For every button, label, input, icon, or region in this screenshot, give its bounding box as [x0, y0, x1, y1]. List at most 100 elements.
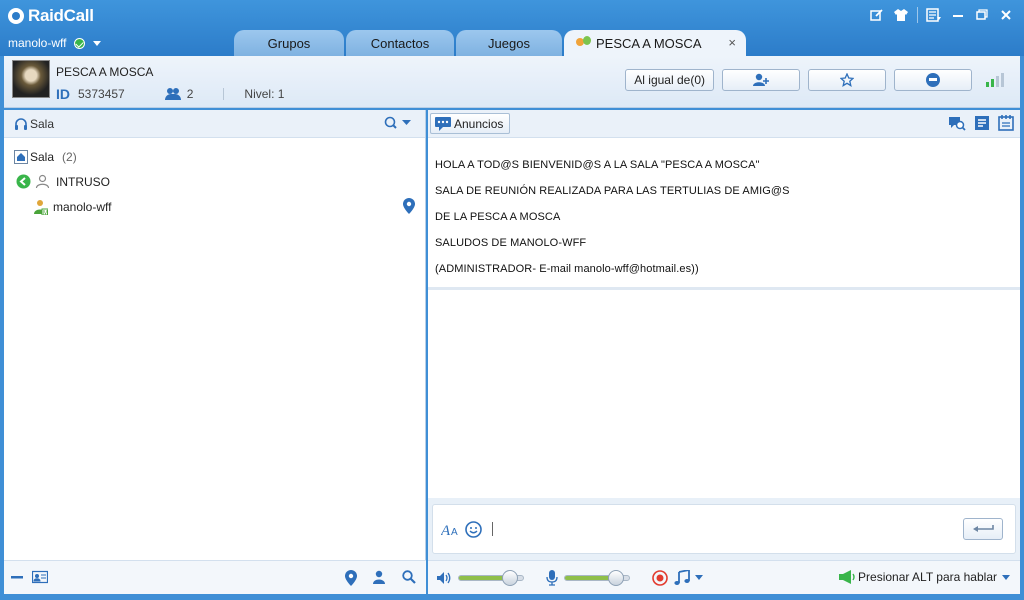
collapse-button[interactable]	[10, 570, 24, 584]
font-format-button[interactable]: AA	[441, 521, 459, 537]
chat-log[interactable]	[428, 293, 1020, 498]
channel-panel-header: Sala	[4, 110, 425, 138]
window-controls	[865, 5, 1018, 25]
add-user-icon	[753, 73, 769, 86]
announcements-label: Anuncios	[454, 116, 504, 131]
notes-button[interactable]	[998, 115, 1014, 131]
chat-history-button[interactable]	[974, 115, 990, 131]
favorite-button[interactable]	[808, 69, 886, 91]
room-level: Nivel: 1	[244, 87, 285, 101]
room-info: ID 5373457 2 Nivel: 1	[56, 86, 284, 102]
tab-groups[interactable]: Grupos	[234, 30, 344, 56]
app-name: RaidCall	[28, 6, 94, 25]
microphone-icon	[546, 569, 558, 586]
menu-list-icon[interactable]	[922, 5, 946, 25]
close-icon[interactable]	[994, 5, 1018, 25]
restore-icon[interactable]	[970, 5, 994, 25]
minimize-icon[interactable]	[946, 5, 970, 25]
chat-search-button[interactable]	[948, 115, 966, 131]
admin-icon	[926, 73, 940, 87]
locate-button[interactable]	[345, 570, 357, 586]
record-button[interactable]	[652, 569, 668, 586]
svg-text:A: A	[451, 527, 458, 537]
search-channel-icon	[384, 116, 397, 129]
speaker-volume-slider[interactable]	[458, 569, 524, 586]
tab-room[interactable]: PESCA A MOSCA ×	[564, 30, 746, 56]
megaphone-icon	[839, 570, 855, 584]
main-tabs: Grupos Contactos Juegos PESCA A MOSCA ×	[234, 30, 748, 56]
svg-text:A: A	[441, 523, 451, 537]
channel-panel: Sala Sala (2) INTRUSO M manolo-wff	[4, 110, 426, 594]
document-icon	[975, 116, 989, 130]
speaker-volume-handle[interactable]	[502, 569, 519, 586]
mic-volume-slider[interactable]	[564, 569, 630, 586]
chevron-down-icon	[1002, 574, 1010, 580]
room-users-icon	[576, 36, 592, 50]
chevron-down-icon	[93, 40, 102, 46]
location-pin-icon	[403, 198, 415, 214]
chat-panel: Anuncios HOLA A TOD@S BIENVENID@S A LA S…	[428, 110, 1020, 594]
speaker-icon	[437, 571, 451, 584]
announcements-button[interactable]: Anuncios	[430, 113, 511, 134]
search-icon	[402, 570, 416, 584]
tab-contacts[interactable]: Contactos	[346, 30, 454, 56]
skin-shirt-icon[interactable]	[889, 5, 913, 25]
announcement-line: DE LA PESCA A MOSCA	[435, 211, 561, 223]
member-count: 2	[186, 87, 194, 101]
music-button[interactable]	[674, 569, 703, 586]
tree-root-channel[interactable]: Sala (2)	[4, 144, 425, 169]
edit-icon[interactable]	[865, 5, 889, 25]
title-bar: RaidCall manolo-wff Grupos Contactos Jue…	[0, 0, 1024, 56]
mic-volume-handle[interactable]	[608, 569, 625, 586]
home-icon	[14, 149, 28, 164]
channel-panel-title: Sala	[30, 116, 55, 131]
raidcall-logo-icon	[8, 8, 24, 24]
admin-user-icon: M	[34, 199, 48, 215]
tab-room-label: PESCA A MOSCA	[596, 35, 702, 51]
group-name: INTRUSO	[56, 174, 110, 189]
announcement-line: SALA DE REUNIÓN REALIZADA PARA LAS TERTU…	[435, 185, 790, 197]
tree-member-row[interactable]: M manolo-wff	[4, 194, 425, 219]
room-actions: Al igual de(0)	[625, 69, 1006, 91]
chat-search-icon	[949, 117, 966, 131]
my-profile-button[interactable]	[372, 570, 386, 584]
push-to-talk-mode[interactable]: Presionar ALT para hablar	[838, 570, 1010, 584]
microphone-button[interactable]	[546, 569, 558, 586]
room-avatar	[12, 60, 50, 98]
font-icon: AA	[441, 523, 458, 537]
voice-controls: Presionar ALT para hablar	[428, 560, 1020, 594]
text-cursor	[492, 522, 493, 536]
user-name: manolo-wff	[8, 36, 67, 50]
channel-menu-button[interactable]	[384, 116, 411, 130]
app-logo: RaidCall	[8, 6, 94, 26]
user-status-menu[interactable]: manolo-wff	[8, 36, 102, 50]
close-tab-icon[interactable]: ×	[728, 35, 736, 50]
id-label: ID	[56, 86, 70, 102]
root-channel-name: Sala	[30, 149, 55, 164]
id-card-icon	[32, 570, 48, 584]
signal-strength-icon	[986, 73, 1006, 87]
announcement-board: HOLA A TOD@S BIENVENID@S A LA SALA "PESC…	[428, 138, 1020, 290]
add-member-button[interactable]	[722, 69, 800, 91]
push-to-talk-label: Presionar ALT para hablar	[858, 570, 997, 584]
emoji-button[interactable]	[465, 520, 482, 538]
search-member-button[interactable]	[402, 570, 416, 584]
chat-panel-header: Anuncios	[428, 110, 1020, 138]
like-button[interactable]: Al igual de(0)	[625, 69, 714, 91]
svg-text:M: M	[43, 210, 48, 215]
send-button[interactable]	[963, 518, 1003, 540]
online-status-icon	[74, 37, 86, 49]
tree-group-row[interactable]: INTRUSO	[4, 169, 425, 194]
room-settings-button[interactable]	[894, 69, 972, 91]
message-input[interactable]: AA	[432, 504, 1016, 554]
card-view-button[interactable]	[32, 570, 48, 584]
room-header: PESCA A MOSCA ID 5373457 2 Nivel: 1 Al i…	[4, 56, 1020, 108]
tab-games[interactable]: Juegos	[456, 30, 562, 56]
divider	[223, 88, 225, 100]
root-channel-count: (2)	[62, 149, 77, 164]
announcement-icon	[435, 116, 451, 131]
user-icon	[373, 570, 385, 584]
location-pin-icon	[345, 570, 357, 586]
speaker-button[interactable]	[436, 571, 452, 585]
channel-panel-footer	[4, 560, 426, 594]
